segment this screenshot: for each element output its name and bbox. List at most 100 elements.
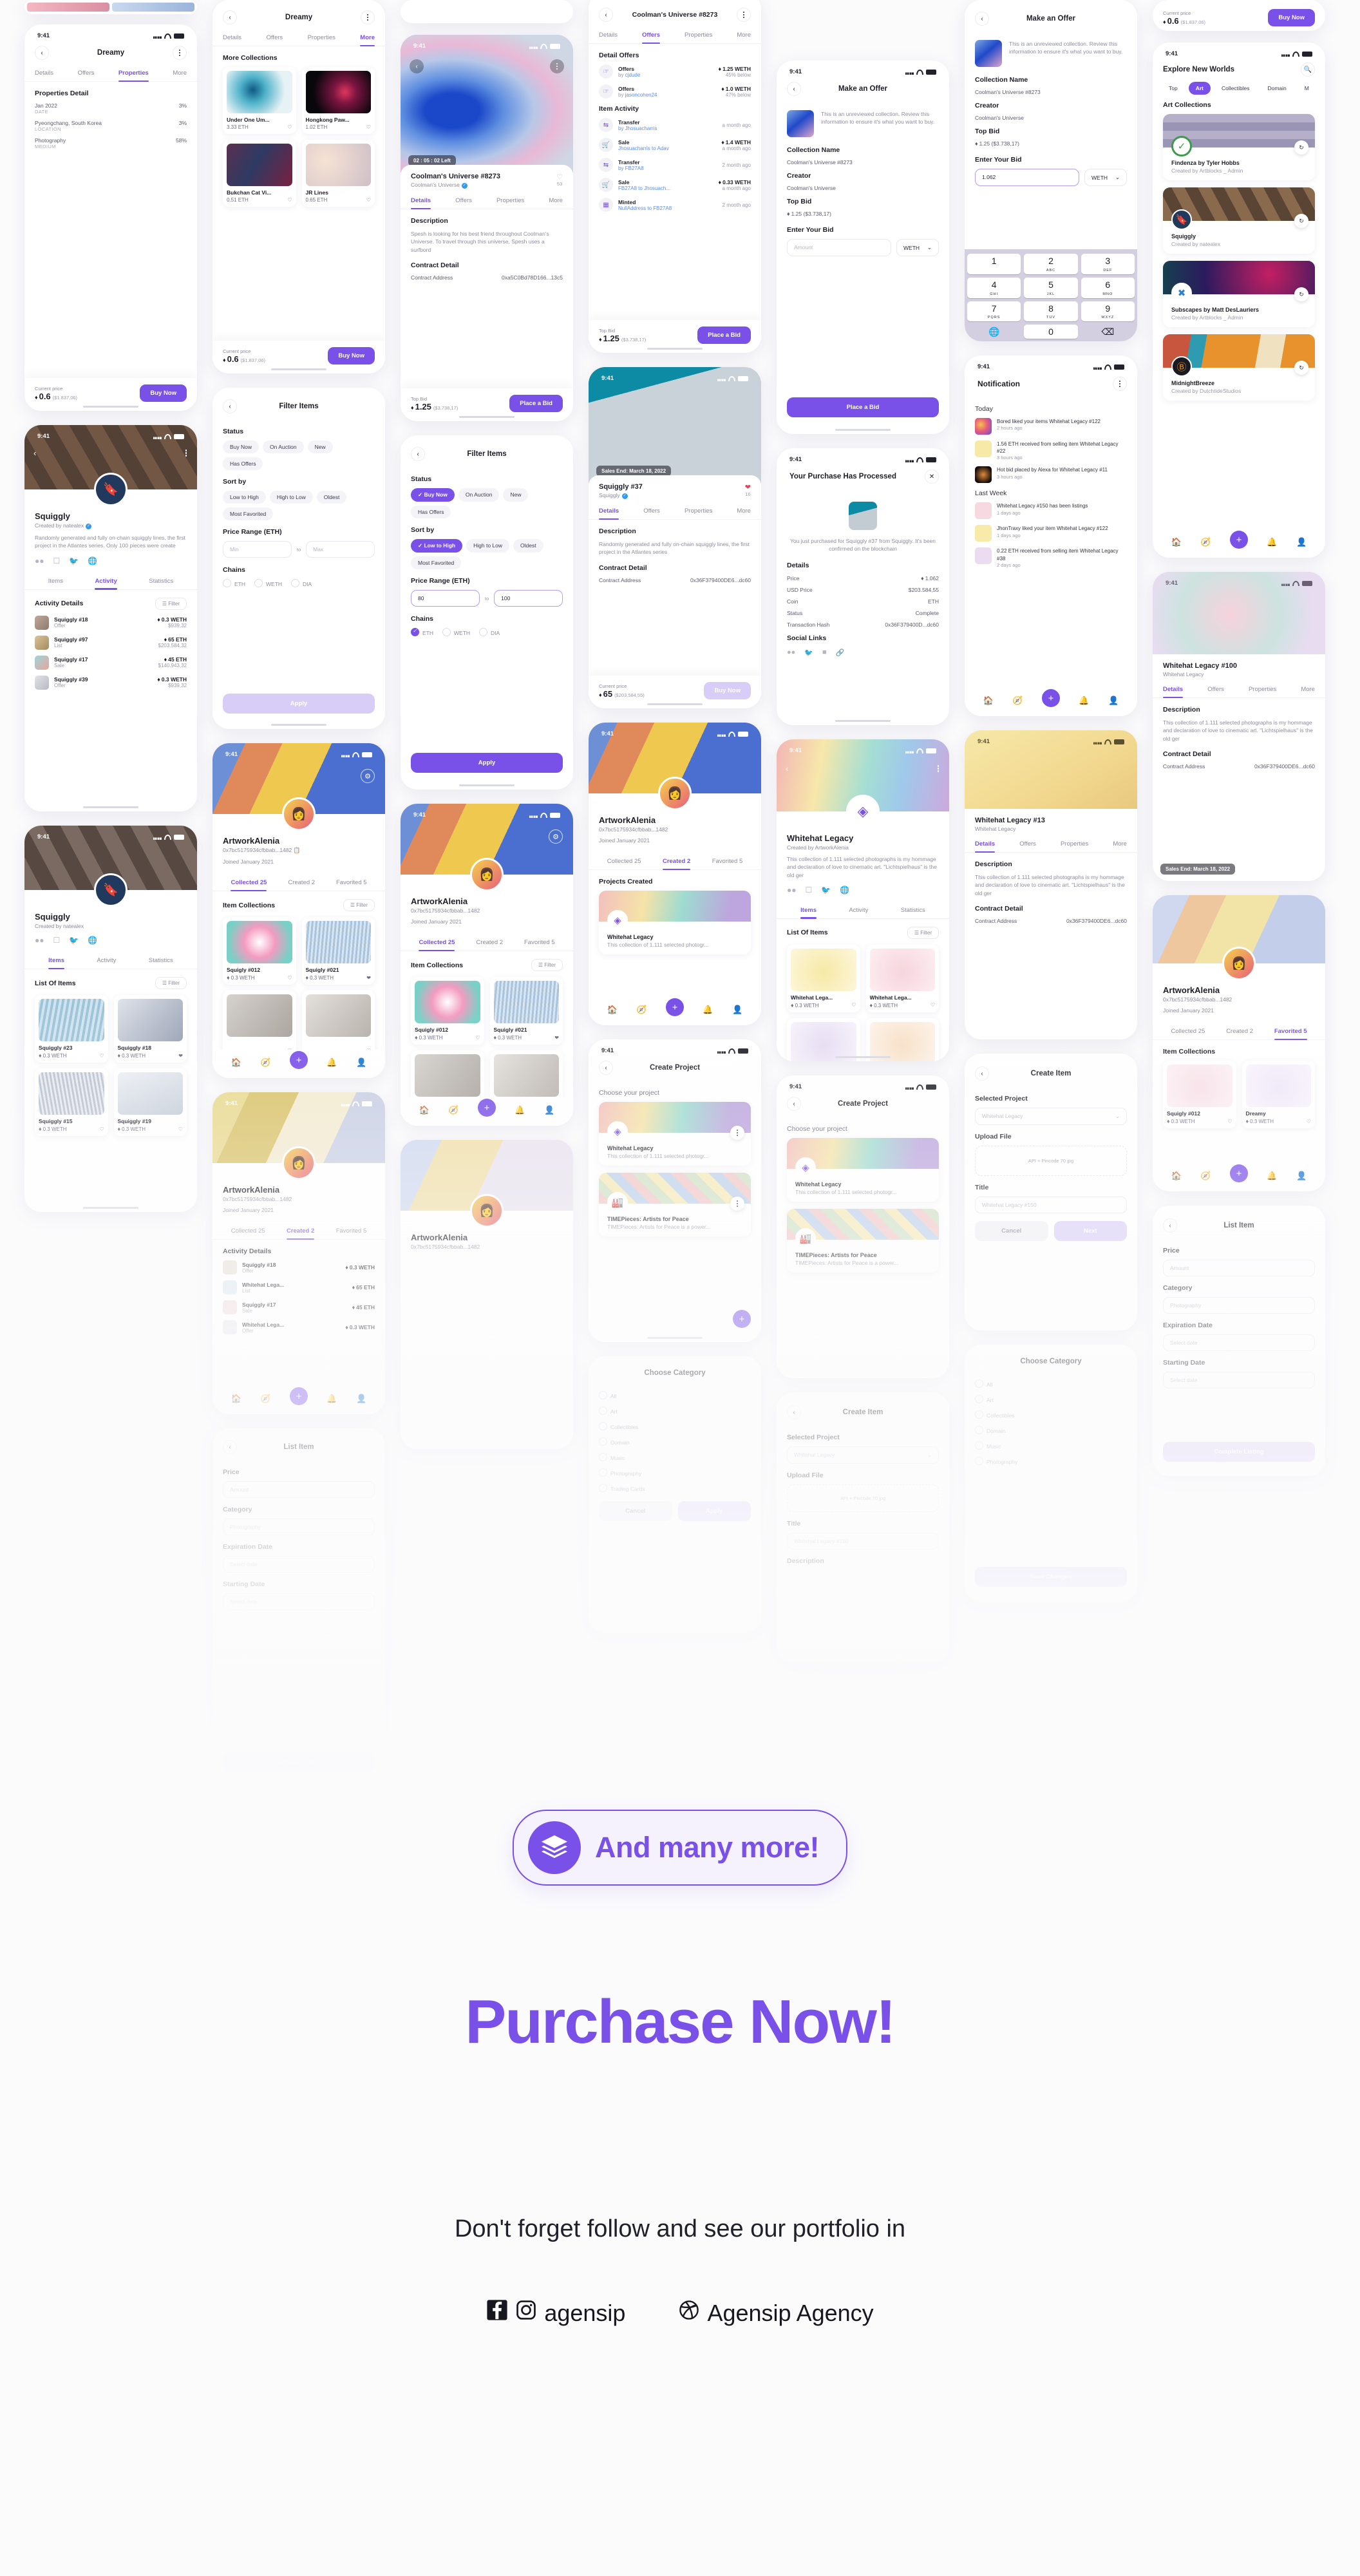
favorite-icon[interactable]: ❤	[554, 1035, 559, 1041]
cancel-button[interactable]: Cancel	[599, 1501, 672, 1521]
list-item[interactable]: Bukchan Cat Vi... 0.51 ETH ♡	[223, 140, 296, 207]
tab-offers[interactable]: Offers	[455, 194, 472, 209]
category-option[interactable]: Collectibles	[975, 1410, 1127, 1419]
explore-tab-icon[interactable]: 🧭	[260, 1394, 270, 1404]
back-button[interactable]: ‹	[975, 12, 989, 26]
tab-created[interactable]: Created 2	[476, 936, 503, 951]
list-item[interactable]: Squiggly #18 0.3 WETH ❤	[113, 995, 187, 1063]
category-option[interactable]: Art	[599, 1406, 751, 1415]
list-item[interactable]: 🏭 TIMEPieces: Artists for Peace TIMEPiec…	[787, 1209, 939, 1273]
create-button[interactable]: +	[477, 1099, 496, 1117]
tab-properties[interactable]: Properties	[1249, 683, 1276, 697]
share-icon[interactable]: ↻	[1294, 287, 1308, 301]
filter-button[interactable]: ☰ Filter	[155, 597, 187, 610]
discord-icon[interactable]: ●●	[787, 649, 795, 657]
buy-now-button[interactable]: Buy Now	[140, 384, 187, 402]
radio-weth[interactable]: WETH	[254, 579, 282, 587]
twitter-icon[interactable]: 🐦	[821, 886, 831, 895]
place-bid-button[interactable]: Place a Bid	[697, 327, 751, 344]
keypad-key-0[interactable]: 0	[1024, 325, 1078, 339]
chip-music[interactable]: M	[1298, 82, 1316, 95]
keypad-key-7[interactable]: 7 PQRS	[967, 301, 1021, 322]
category-option[interactable]: Photography	[599, 1468, 751, 1477]
instagram-icon[interactable]	[515, 2299, 537, 2327]
list-item[interactable]: Hongkong Paw... 1.02 ETH ♡	[301, 67, 375, 134]
share-icon[interactable]: ↻	[1294, 361, 1308, 375]
tab-created[interactable]: Created 2	[662, 855, 691, 870]
back-button[interactable]: ‹	[35, 46, 49, 60]
twitter-icon[interactable]: 🐦	[69, 936, 79, 945]
tab-properties[interactable]: Properties	[685, 504, 712, 519]
profile-tab-icon[interactable]: 👤	[1108, 696, 1119, 706]
category-select[interactable]: Photography	[223, 1519, 375, 1535]
twitter-icon[interactable]: 🐦	[804, 649, 813, 657]
create-button[interactable]: +	[665, 998, 684, 1016]
dribbble-handle[interactable]: Agensip Agency	[707, 2300, 873, 2327]
notification-item[interactable]: JhonTraxy liked your item Whitehat Legac…	[975, 525, 1127, 542]
tab-statistics[interactable]: Statistics	[149, 574, 173, 589]
buy-now-button[interactable]: Buy Now	[1268, 9, 1315, 26]
favorite-icon[interactable]: ♡	[930, 1002, 935, 1008]
tab-statistics[interactable]: Statistics	[149, 954, 173, 969]
list-item[interactable]: Under One Um... 3.33 ETH ♡	[223, 67, 296, 134]
home-tab-icon[interactable]: 🏠	[983, 696, 994, 706]
complete-listing-button[interactable]: Complete Listing	[223, 1752, 375, 1772]
radio-eth[interactable]: ETH	[411, 628, 433, 636]
max-price-input[interactable]: 100	[494, 590, 563, 607]
tab-statistics[interactable]: Statistics	[901, 904, 925, 918]
filter-button[interactable]: ☰ Filter	[907, 926, 939, 939]
keypad-backspace-key[interactable]: ⌫	[1081, 325, 1135, 339]
facebook-icon[interactable]: ■	[822, 649, 827, 657]
list-item[interactable]: JR Lines 0.65 ETH ♡	[301, 140, 375, 207]
profile-tab-icon[interactable]: 👤	[1296, 537, 1307, 547]
share-icon[interactable]: ↻	[1294, 140, 1308, 155]
create-button[interactable]: +	[289, 1387, 308, 1405]
min-price-input[interactable]: 80	[411, 590, 480, 607]
chip-new[interactable]: New	[307, 440, 333, 453]
apply-button[interactable]: Apply	[677, 1501, 751, 1521]
currency-select[interactable]: WETH ⌄	[1084, 169, 1127, 186]
dribbble-icon[interactable]	[678, 2299, 700, 2327]
category-option[interactable]: Photography	[975, 1457, 1127, 1465]
save-changes-button[interactable]: Save Changes	[975, 1567, 1127, 1587]
close-button[interactable]: ✕	[925, 469, 939, 484]
radio-eth[interactable]: ETH	[223, 579, 245, 587]
notification-tab-icon[interactable]: 🔔	[326, 1394, 337, 1404]
tab-properties[interactable]: Properties	[308, 31, 335, 46]
notification-tab-icon[interactable]: 🔔	[1267, 537, 1277, 547]
tab-collected[interactable]: Collected 25	[1171, 1025, 1205, 1039]
place-bid-button[interactable]: Place a Bid	[787, 397, 939, 417]
explore-tab-icon[interactable]: 🧭	[1012, 696, 1023, 706]
discord-icon[interactable]: ●●	[787, 886, 797, 895]
tab-details[interactable]: Details	[223, 31, 241, 46]
tab-offers[interactable]: Offers	[266, 31, 283, 46]
notification-item[interactable]: 0.22 ETH received from selling item Whit…	[975, 547, 1127, 568]
more-menu-button[interactable]	[550, 59, 564, 73]
list-item[interactable]: Squigly #012 0.3 WETH♡	[223, 917, 296, 985]
back-button[interactable]: ‹	[411, 447, 425, 461]
twitter-icon[interactable]: 🐦	[69, 556, 79, 565]
chip-top[interactable]: Top	[1162, 82, 1185, 95]
keypad-key-4[interactable]: 4 GHI	[967, 277, 1021, 298]
favorite-icon[interactable]: ❤	[178, 1053, 183, 1059]
category-option[interactable]: Domain	[975, 1426, 1127, 1434]
expiration-date-input[interactable]: Select date	[1163, 1334, 1315, 1351]
keypad-key-2[interactable]: 2 ABC	[1024, 254, 1078, 274]
price-input[interactable]: Amount	[223, 1481, 375, 1498]
category-option[interactable]: All	[599, 1391, 751, 1399]
keypad-key-9[interactable]: 9 WXYZ	[1081, 301, 1135, 322]
tab-items[interactable]: Items	[48, 574, 63, 589]
favorite-icon[interactable]: ♡	[99, 1053, 104, 1059]
instagram-handle[interactable]: agensip	[544, 2300, 625, 2327]
explore-tab-icon[interactable]: 🧭	[1200, 1171, 1211, 1181]
create-button[interactable]: +	[1041, 689, 1060, 707]
category-option[interactable]: Trading Cards	[599, 1484, 751, 1492]
complete-listing-button[interactable]: Complete Listing	[1163, 1442, 1315, 1462]
chip-most-favorited[interactable]: Most Favorited	[223, 507, 274, 520]
instagram-icon[interactable]: ☐	[53, 936, 61, 945]
share-icon[interactable]: ↻	[1294, 214, 1308, 228]
tab-offers[interactable]: Offers	[1019, 837, 1036, 852]
category-option[interactable]: Collectibles	[599, 1422, 751, 1430]
title-input[interactable]: Whitehat Legacy #150	[787, 1533, 939, 1549]
keypad-key-8[interactable]: 8 TUV	[1024, 301, 1078, 322]
